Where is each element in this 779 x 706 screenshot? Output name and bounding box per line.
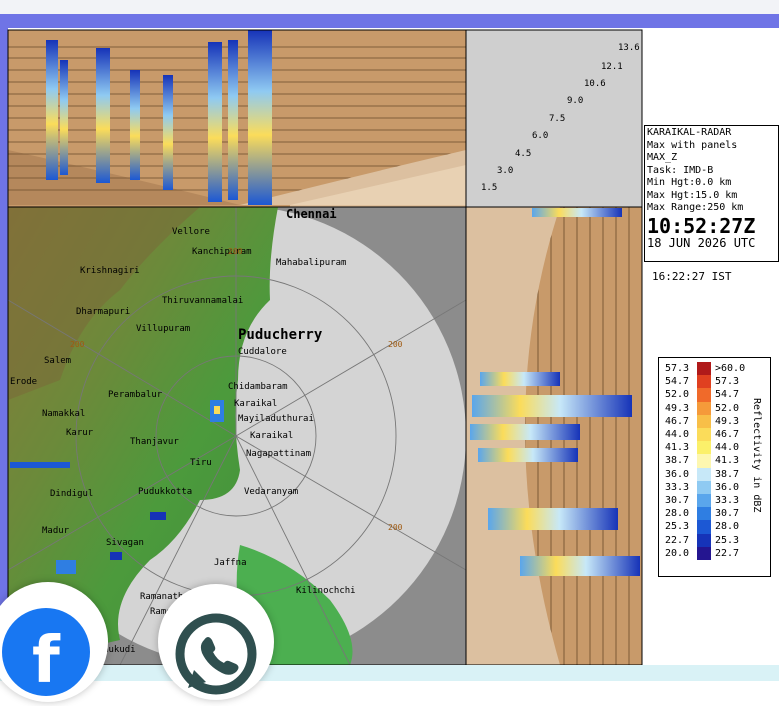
height-13-6: 13.6 [618,43,640,53]
label-karur: Karur [66,428,94,438]
legend-unit: Reflectivity in dBZ [751,398,762,513]
legend-row: 57.3 >60.0 [665,362,746,376]
height-10-6: 10.6 [584,79,606,89]
min-height: Min Hgt:0.0 km [647,177,732,188]
label-nagapattinam: Nagapattinam [246,449,311,459]
utc-date: 18 JUN 2026 UTC [647,235,756,250]
label-pudukkottai: Pudukkotta [138,487,192,497]
radar-product: MAX_Z [647,152,678,163]
label-salem: Salem [44,356,71,366]
label-dindigul: Dindigul [50,489,93,499]
label-jaffna: Jaffna [214,558,247,568]
legend-row: 25.3 28.0 [665,520,740,534]
radar-name: KARAIKAL-RADAR [647,127,732,138]
legend-row: 54.7 57.3 [665,375,740,389]
label-vedaranyam: Vedaranyam [244,487,298,497]
top-height-panel [8,30,466,207]
height-scale-area: 13.6 12.1 10.6 9.0 7.5 6.0 4.5 3.0 1.5 [466,30,642,207]
bottom-strip [0,665,779,681]
radar-mode: Max with panels [647,139,738,151]
whatsapp-share-button[interactable] [158,584,274,700]
height-12-1: 12.1 [601,62,623,72]
radar-info-box: KARAIKAL-RADAR Max with panels MAX_Z Tas… [644,125,779,262]
height-4-5: 4.5 [515,149,531,159]
utc-time: 10:52:27Z [647,213,756,238]
radar-graphic: 13.6 12.1 10.6 9.0 7.5 6.0 4.5 3.0 1.5 C… [7,29,643,666]
height-1-5: 1.5 [481,183,497,193]
legend-row: 20.0 22.7 [665,546,740,560]
label-namakkal: Namakkal [42,409,85,419]
label-mahabalipuram: Mahabalipuram [276,258,346,268]
range-label-southeast: 200 [388,523,403,532]
range-label-east: 200 [388,340,403,349]
range-label-north: 200 [228,247,243,256]
label-dharmapuri: Dharmapuri [76,307,130,317]
label-chidambaram: Chidambaram [228,382,288,392]
height-6-0: 6.0 [532,131,548,141]
label-chennai: Chennai [286,207,337,221]
reflectivity-legend: 57.3 >60.0 54.7 57.3 52.0 54.7 49.3 52.0 46.… [658,357,771,577]
label-vellore: Vellore [172,227,210,237]
facebook-share-button[interactable]: f [0,582,108,702]
label-karaikal-dot: Karaikal [250,431,293,441]
right-height-panel [466,207,642,665]
svg-text:f: f [32,624,61,698]
label-cuddalore: Cuddalore [238,347,287,357]
max-height: Max Hgt:15.0 km [647,189,738,201]
label-villupuram: Villupuram [136,324,190,334]
label-madurai: Madur [42,526,70,536]
height-7-5: 7.5 [549,114,565,124]
label-tiruvannamalai: Thiruvannamalai [162,296,243,306]
label-kilinochchi: Kilinochchi [296,586,356,596]
radar-task: Task: IMD-B [647,164,714,176]
label-thanjavur: Thanjavur [130,437,179,447]
whatsapp-icon [175,613,257,695]
label-erode: Erode [10,377,37,387]
range-label-west: 200 [70,340,85,349]
legend-row: 22.7 25.3 [665,533,740,547]
label-puducherry: Puducherry [238,327,323,343]
label-kanchipuram: Kanchipuram [192,247,252,257]
facebook-icon: f [2,608,90,698]
label-tiruvarur: Tiru [190,458,212,468]
label-perambalur: Perambalur [108,390,163,400]
max-range: Max Range:250 km [647,202,744,213]
label-karaikal: Karaikal [234,399,277,409]
ist-time: 16:22:27 IST [652,270,732,283]
height-9-0: 9.0 [567,96,583,106]
label-mayiladuthurai: Mayiladuthurai [238,414,314,424]
height-3-0: 3.0 [497,166,513,176]
label-krishnagiri: Krishnagiri [80,266,140,276]
label-sivaganga: Sivagan [106,538,144,548]
